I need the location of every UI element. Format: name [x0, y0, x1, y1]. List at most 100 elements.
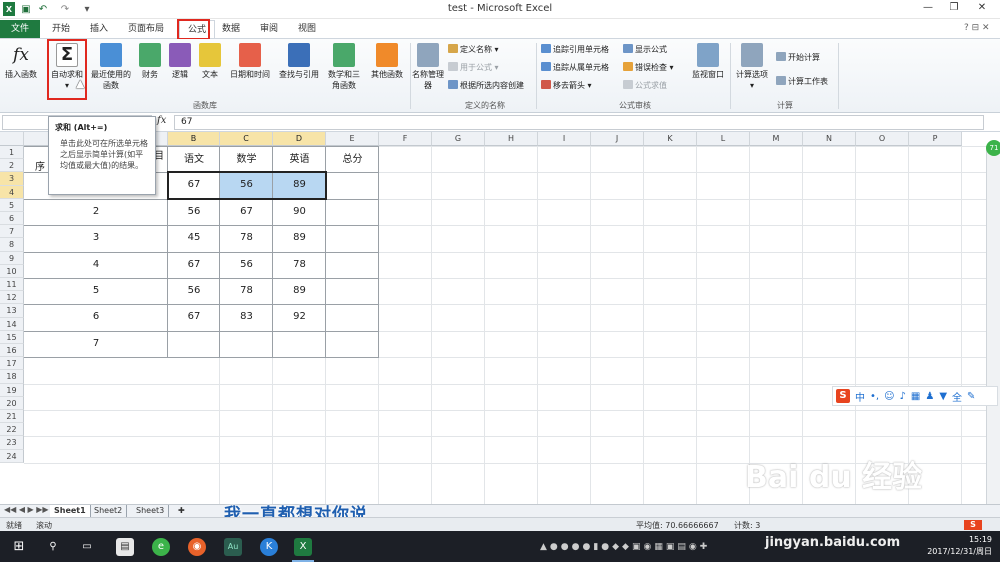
- excel-taskbar-icon[interactable]: X: [294, 538, 312, 556]
- badge[interactable]: 71: [986, 140, 1000, 156]
- record-number-cell[interactable]: 4: [24, 252, 168, 278]
- column-header-f[interactable]: F: [379, 132, 432, 146]
- row-header-15[interactable]: 15: [0, 330, 24, 344]
- score-cell[interactable]: 67: [168, 252, 220, 278]
- score-cell[interactable]: 92: [273, 304, 326, 330]
- logical-button[interactable]: 逻辑: [167, 43, 193, 80]
- financial-button[interactable]: 财务: [137, 43, 163, 80]
- score-cell[interactable]: [168, 331, 220, 357]
- score-cell[interactable]: 56: [220, 252, 273, 278]
- sheet-tab-sheet3[interactable]: Sheet3: [132, 505, 170, 517]
- tab-file[interactable]: 文件: [0, 20, 40, 38]
- sogou-tray-icon[interactable]: S: [964, 520, 982, 530]
- score-cell[interactable]: 89: [273, 225, 326, 251]
- more-functions-button[interactable]: 其他函数: [367, 43, 407, 80]
- ime-mode-label[interactable]: 中: [855, 389, 865, 404]
- sheet-nav-arrows-icon[interactable]: ◀◀ ◀ ▶ ▶▶: [4, 505, 49, 514]
- browser-360-icon[interactable]: e: [152, 538, 170, 556]
- firefox-icon[interactable]: ◉: [188, 538, 206, 556]
- score-cell[interactable]: 67: [220, 199, 273, 225]
- score-cell[interactable]: [273, 331, 326, 357]
- column-header-c[interactable]: C: [220, 132, 273, 146]
- header-c[interactable]: 数学: [220, 146, 273, 174]
- row-header-9[interactable]: 9: [0, 251, 24, 265]
- score-cell[interactable]: 78: [273, 252, 326, 278]
- row-header-13[interactable]: 13: [0, 304, 24, 318]
- column-header-g[interactable]: G: [432, 132, 485, 146]
- formula-input[interactable]: 67: [174, 115, 984, 130]
- recent-functions-button[interactable]: 最近使用的函数: [88, 43, 134, 91]
- punctuation-icon[interactable]: •,: [870, 391, 879, 402]
- column-header-k[interactable]: K: [644, 132, 697, 146]
- row-header-17[interactable]: 17: [0, 357, 24, 371]
- header-d[interactable]: 英语: [273, 146, 326, 174]
- score-cell[interactable]: [220, 331, 273, 357]
- vertical-scrollbar[interactable]: [986, 146, 1000, 504]
- column-header-j[interactable]: J: [591, 132, 644, 146]
- row-header-14[interactable]: 14: [0, 317, 24, 331]
- column-header-o[interactable]: O: [856, 132, 909, 146]
- record-number-cell[interactable]: 2: [24, 199, 168, 225]
- row-header-8[interactable]: 8: [0, 238, 24, 252]
- row-header-19[interactable]: 19: [0, 383, 24, 397]
- keyboard-icon[interactable]: ▦: [911, 391, 920, 402]
- fullwidth-icon[interactable]: 全: [952, 389, 962, 404]
- minimize-icon[interactable]: —: [916, 2, 940, 16]
- row-header-3[interactable]: 3: [0, 172, 24, 186]
- sheet-tab-sheet2[interactable]: Sheet2: [90, 505, 128, 517]
- restore-icon[interactable]: ❐: [942, 2, 966, 16]
- search-icon[interactable]: ⚲: [44, 538, 62, 556]
- use-in-formula-button[interactable]: 用于公式 ▾: [448, 62, 499, 73]
- record-number-cell[interactable]: 5: [24, 278, 168, 304]
- row-header-11[interactable]: 11: [0, 278, 24, 292]
- column-header-p[interactable]: P: [909, 132, 962, 146]
- lookup-button[interactable]: 查找与引用: [275, 43, 323, 80]
- explorer-app-icon[interactable]: ▤: [116, 538, 134, 556]
- row-header-18[interactable]: 18: [0, 370, 24, 384]
- tab-home[interactable]: 开始: [44, 20, 78, 38]
- score-cell[interactable]: 56: [168, 199, 220, 225]
- row-header-1[interactable]: 1: [0, 146, 24, 160]
- tab-insert[interactable]: 插入: [82, 20, 116, 38]
- new-sheet-icon[interactable]: ✚: [174, 505, 189, 517]
- record-number-cell[interactable]: 3: [24, 225, 168, 251]
- column-header-m[interactable]: M: [750, 132, 803, 146]
- row-header-22[interactable]: 22: [0, 423, 24, 437]
- remove-arrows-button[interactable]: 移去箭头 ▾: [541, 80, 592, 91]
- column-header-i[interactable]: I: [538, 132, 591, 146]
- calculate-sheet-button[interactable]: 计算工作表: [776, 76, 828, 87]
- header-b[interactable]: 语文: [168, 146, 220, 174]
- record-number-cell[interactable]: 7: [24, 331, 168, 357]
- evaluate-formula-button[interactable]: 公式求值: [623, 80, 667, 91]
- insert-function-fx-button[interactable]: fx: [157, 115, 171, 130]
- calculate-now-button[interactable]: 开始计算: [776, 52, 820, 63]
- define-name-button[interactable]: 定义名称 ▾: [448, 44, 499, 55]
- watch-window-button[interactable]: 监视窗口: [688, 43, 728, 80]
- score-cell[interactable]: 83: [220, 304, 273, 330]
- sheet-tab-sheet1[interactable]: Sheet1: [50, 505, 91, 517]
- emoji-icon[interactable]: ☺: [884, 391, 894, 402]
- math-trig-button[interactable]: 数学和三角函数: [325, 43, 363, 91]
- taskbar-clock[interactable]: 15:19 2017/12/31/周日: [927, 534, 992, 558]
- tab-view[interactable]: 视图: [290, 20, 324, 38]
- row-header-20[interactable]: 20: [0, 396, 24, 410]
- audition-icon[interactable]: Au: [224, 538, 242, 556]
- error-checking-button[interactable]: 错误检查 ▾: [623, 62, 674, 73]
- help-icon[interactable]: ? ⊟ ✕: [964, 23, 990, 33]
- column-header-b[interactable]: B: [168, 132, 220, 146]
- tab-formulas[interactable]: 公式: [179, 20, 216, 38]
- score-cell[interactable]: 45: [168, 225, 220, 251]
- score-cell[interactable]: 90: [273, 199, 326, 225]
- task-view-icon[interactable]: ▭: [78, 538, 96, 556]
- row-header-7[interactable]: 7: [0, 225, 24, 239]
- insert-function-button[interactable]: fx 插入函数: [2, 43, 40, 80]
- row-header-24[interactable]: 24: [0, 449, 24, 463]
- calculation-options-button[interactable]: 计算选项 ▾: [733, 43, 771, 91]
- windows-start-icon[interactable]: ⊞: [10, 538, 28, 556]
- score-cell[interactable]: 89: [273, 278, 326, 304]
- header-e[interactable]: 总分: [326, 146, 379, 174]
- score-cell[interactable]: 78: [220, 278, 273, 304]
- microphone-icon[interactable]: ♪: [900, 391, 906, 402]
- score-cell[interactable]: 78: [220, 225, 273, 251]
- row-header-4[interactable]: 4: [0, 185, 24, 199]
